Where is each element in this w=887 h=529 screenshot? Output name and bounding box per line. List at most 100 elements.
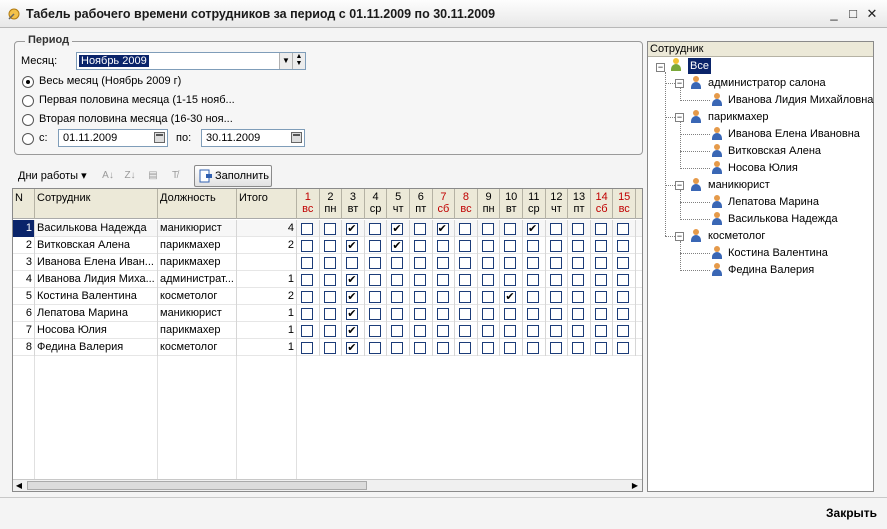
col-total[interactable]: Итого: [237, 189, 297, 219]
day-checkbox[interactable]: [323, 257, 336, 269]
day-checkbox[interactable]: [527, 308, 539, 320]
tree-employee[interactable]: Федина Валерия: [728, 262, 814, 278]
col-day[interactable]: 4 ср: [365, 189, 388, 219]
table-row[interactable]: 1 Василькова Надежда маникюрист 4: [13, 220, 642, 237]
col-day[interactable]: 7 сб: [433, 189, 456, 219]
day-checkbox[interactable]: [459, 257, 472, 269]
day-checkbox[interactable]: [481, 342, 494, 354]
day-checkbox[interactable]: [391, 342, 404, 354]
cell-employee[interactable]: Иванова Елена Иван...: [35, 254, 158, 271]
day-checkbox[interactable]: [549, 257, 562, 269]
tree-group[interactable]: администратор салона: [708, 75, 826, 91]
calendar-icon[interactable]: [154, 132, 165, 143]
day-checkbox[interactable]: [481, 291, 494, 303]
day-checkbox[interactable]: [459, 308, 472, 320]
day-checkbox[interactable]: [301, 257, 313, 269]
day-checkbox[interactable]: [414, 325, 426, 337]
day-checkbox[interactable]: [527, 221, 539, 237]
day-checkbox[interactable]: [414, 240, 426, 252]
day-checkbox[interactable]: [572, 257, 585, 269]
day-checkbox[interactable]: [346, 306, 359, 322]
day-checkbox[interactable]: [572, 342, 585, 354]
day-checkbox[interactable]: [527, 257, 539, 269]
col-day[interactable]: 6 пт: [410, 189, 433, 219]
day-checkbox[interactable]: [594, 240, 607, 252]
table-row[interactable]: 5 Костина Валентина косметолог 2: [13, 288, 642, 305]
clear-filter-icon[interactable]: T̸: [167, 168, 183, 184]
day-checkbox[interactable]: [301, 308, 313, 320]
scroll-left-icon[interactable]: ◀: [13, 480, 25, 491]
day-checkbox[interactable]: [617, 308, 630, 320]
day-checkbox[interactable]: [549, 240, 562, 252]
day-checkbox[interactable]: [617, 342, 630, 354]
day-checkbox[interactable]: [436, 274, 449, 286]
col-day[interactable]: 10 вт: [500, 189, 523, 219]
radio-second-half[interactable]: [22, 114, 34, 126]
day-checkbox[interactable]: [436, 291, 449, 303]
cell-position[interactable]: косметолог: [158, 288, 237, 305]
day-checkbox[interactable]: [436, 342, 449, 354]
cell-employee[interactable]: Василькова Надежда: [35, 220, 158, 237]
radio-whole-month-label[interactable]: Весь месяц (Ноябрь 2009 г): [39, 75, 181, 87]
day-checkbox[interactable]: [368, 291, 381, 303]
day-checkbox[interactable]: [617, 274, 630, 286]
day-checkbox[interactable]: [459, 342, 472, 354]
day-checkbox[interactable]: [481, 223, 494, 235]
cell-employee[interactable]: Костина Валентина: [35, 288, 158, 305]
day-checkbox[interactable]: [346, 340, 359, 356]
sort-asc-icon[interactable]: A↓: [100, 168, 116, 184]
day-checkbox[interactable]: [504, 308, 517, 320]
collapse-icon[interactable]: −: [675, 113, 684, 122]
day-checkbox[interactable]: [572, 291, 585, 303]
col-day[interactable]: 9 пн: [478, 189, 501, 219]
fill-button[interactable]: Заполнить: [194, 165, 272, 187]
timesheet-table[interactable]: N Сотрудник Должность Итого 1 вс 2 пн 3 вт 4 ср…: [12, 188, 643, 492]
tree-employee[interactable]: Лепатова Марина: [728, 194, 819, 210]
workdays-menu[interactable]: Дни работы ▾: [18, 166, 87, 186]
spin-icon[interactable]: ▲ ▼: [292, 53, 305, 69]
day-checkbox[interactable]: [301, 223, 313, 235]
tree-employee[interactable]: Витковская Алена: [728, 143, 821, 159]
day-checkbox[interactable]: [504, 289, 517, 305]
cell-position[interactable]: маникюрист: [158, 220, 237, 237]
col-day[interactable]: 1 вс: [297, 189, 320, 219]
day-checkbox[interactable]: [368, 342, 381, 354]
day-checkbox[interactable]: [572, 223, 585, 235]
cell-position[interactable]: маникюрист: [158, 305, 237, 322]
tree-employee[interactable]: Носова Юлия: [728, 160, 798, 176]
date-to-field[interactable]: 30.11.2009: [201, 129, 305, 147]
col-day[interactable]: 2 пн: [320, 189, 343, 219]
day-checkbox[interactable]: [391, 291, 404, 303]
day-checkbox[interactable]: [368, 257, 381, 269]
radio-second-half-label[interactable]: Вторая половина месяца (16-30 ноя...: [39, 113, 233, 125]
day-checkbox[interactable]: [346, 238, 359, 254]
radio-first-half-label[interactable]: Первая половина месяца (1-15 нояб...: [39, 94, 235, 106]
cell-position[interactable]: администрат...: [158, 271, 237, 288]
day-checkbox[interactable]: [459, 223, 472, 235]
day-checkbox[interactable]: [391, 274, 404, 286]
col-day[interactable]: 13 пт: [568, 189, 591, 219]
collapse-icon[interactable]: −: [656, 63, 665, 72]
day-checkbox[interactable]: [549, 308, 562, 320]
day-checkbox[interactable]: [391, 325, 404, 337]
day-checkbox[interactable]: [617, 257, 630, 269]
tree-group[interactable]: парикмахер: [708, 109, 768, 125]
day-checkbox[interactable]: [459, 274, 472, 286]
tree-employee[interactable]: Василькова Надежда: [728, 211, 838, 227]
day-checkbox[interactable]: [346, 221, 359, 237]
day-checkbox[interactable]: [504, 240, 517, 252]
day-checkbox[interactable]: [301, 342, 313, 354]
day-checkbox[interactable]: [481, 240, 494, 252]
day-checkbox[interactable]: [436, 240, 449, 252]
close-button[interactable]: Закрыть: [826, 506, 877, 520]
day-checkbox[interactable]: [414, 257, 426, 269]
table-row[interactable]: 4 Иванова Лидия Миха... администрат... 1: [13, 271, 642, 288]
day-checkbox[interactable]: [414, 274, 426, 286]
day-checkbox[interactable]: [617, 325, 630, 337]
employee-tree[interactable]: Сотрудник − Все − администратор салона Ивано…: [647, 41, 874, 492]
col-day[interactable]: 8 вс: [455, 189, 478, 219]
day-checkbox[interactable]: [481, 308, 494, 320]
cell-employee[interactable]: Носова Юлия: [35, 322, 158, 339]
day-checkbox[interactable]: [594, 325, 607, 337]
day-checkbox[interactable]: [549, 274, 562, 286]
